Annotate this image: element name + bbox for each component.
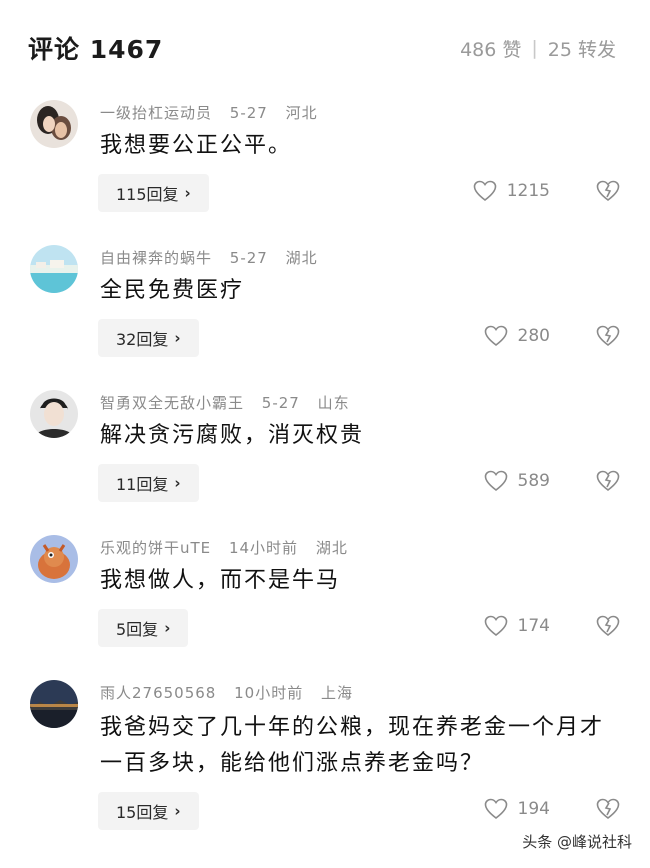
dislike-button[interactable] bbox=[596, 325, 620, 351]
comments-header: 评论 1467 486 赞 | 25 转发 bbox=[28, 30, 616, 66]
avatar[interactable] bbox=[30, 680, 78, 728]
comment-location: 山东 bbox=[317, 394, 350, 412]
comment-location: 湖北 bbox=[315, 539, 348, 557]
like-count: 280 bbox=[517, 326, 550, 346]
username[interactable]: 雨人27650568 bbox=[100, 684, 216, 702]
comment-date: 5-27 bbox=[229, 104, 268, 122]
replies-label: 15回复 bbox=[116, 803, 169, 822]
broken-heart-icon bbox=[596, 615, 620, 637]
chevron-right-icon: › bbox=[174, 474, 181, 492]
comment-location: 河北 bbox=[285, 104, 318, 122]
comment-date: 10小时前 bbox=[234, 684, 304, 702]
replies-label: 5回复 bbox=[116, 620, 159, 639]
comment-date: 5-27 bbox=[229, 249, 268, 267]
comment-text: 全民免费医疗 bbox=[100, 278, 245, 303]
dislike-button[interactable] bbox=[596, 615, 620, 641]
post-stats: 486 赞 | 25 转发 bbox=[460, 35, 616, 62]
comment-date: 14小时前 bbox=[228, 539, 299, 557]
dislike-button[interactable] bbox=[596, 470, 620, 496]
like-count: 589 bbox=[517, 471, 550, 491]
comments-count-title: 评论 1467 bbox=[28, 35, 164, 64]
comment-item: 自由裸奔的蜗牛 5-27 湖北 全民免费医疗 32回复 › 280 bbox=[30, 245, 620, 365]
replies-label: 32回复 bbox=[116, 330, 169, 349]
like-button[interactable]: 1215 bbox=[473, 180, 550, 202]
chevron-right-icon: › bbox=[174, 329, 181, 347]
dislike-button[interactable] bbox=[596, 798, 620, 824]
source-watermark: 头条 @峰说社科 bbox=[522, 831, 632, 852]
comment-item: 乐观的饼干uTE 14小时前 湖北 我想做人，而不是牛马 5回复 › 174 bbox=[30, 535, 620, 655]
view-replies-button[interactable]: 115回复 › bbox=[98, 174, 209, 212]
view-replies-button[interactable]: 15回复 › bbox=[98, 792, 199, 830]
avatar[interactable] bbox=[30, 100, 78, 148]
heart-outline-icon bbox=[473, 180, 497, 202]
chevron-right-icon: › bbox=[164, 619, 171, 637]
heart-outline-icon bbox=[484, 325, 507, 347]
username[interactable]: 自由裸奔的蜗牛 bbox=[100, 249, 212, 267]
view-replies-button[interactable]: 5回复 › bbox=[98, 609, 189, 647]
replies-label: 115回复 bbox=[116, 185, 179, 204]
comment-item: 雨人27650568 10小时前 上海 我爸妈交了几十年的公粮，现在养老金一个月… bbox=[30, 680, 620, 840]
comment-text: 我想要公正公平。 bbox=[100, 133, 293, 158]
watermark-text: 头条 @峰说社科 bbox=[522, 833, 632, 851]
username[interactable]: 智勇双全无敌小霸王 bbox=[100, 394, 244, 412]
comment-meta: 一级抬杠运动员 5-27 河北 bbox=[100, 102, 330, 123]
comment-location: 上海 bbox=[321, 684, 354, 702]
like-count: 174 bbox=[517, 616, 550, 636]
avatar[interactable] bbox=[30, 245, 78, 293]
like-button[interactable]: 280 bbox=[484, 325, 550, 347]
heart-outline-icon bbox=[484, 470, 507, 492]
username[interactable]: 乐观的饼干uTE bbox=[100, 539, 211, 557]
avatar[interactable] bbox=[30, 390, 78, 438]
chevron-right-icon: › bbox=[184, 184, 191, 202]
likes-count[interactable]: 486 赞 bbox=[460, 35, 521, 62]
comment-text: 我想做人，而不是牛马 bbox=[100, 568, 341, 593]
broken-heart-icon bbox=[596, 470, 620, 492]
comment-date: 5-27 bbox=[261, 394, 300, 412]
username[interactable]: 一级抬杠运动员 bbox=[100, 104, 212, 122]
broken-heart-icon bbox=[596, 798, 620, 820]
like-button[interactable]: 589 bbox=[484, 470, 550, 492]
comment-meta: 智勇双全无敌小霸王 5-27 山东 bbox=[100, 392, 362, 413]
dislike-button[interactable] bbox=[596, 180, 620, 206]
broken-heart-icon bbox=[596, 325, 620, 347]
comment-meta: 自由裸奔的蜗牛 5-27 湖北 bbox=[100, 247, 330, 268]
shares-count[interactable]: 25 转发 bbox=[548, 35, 616, 62]
comment-text: 我爸妈交了几十年的公粮，现在养老金一个月才一百多块，能给他们涨点养老金吗？ bbox=[100, 715, 605, 776]
comment-item: 智勇双全无敌小霸王 5-27 山东 解决贪污腐败，消灭权贵 11回复 › 589 bbox=[30, 390, 620, 510]
avatar[interactable] bbox=[30, 535, 78, 583]
like-button[interactable]: 174 bbox=[484, 615, 550, 637]
comment-text: 解决贪污腐败，消灭权贵 bbox=[100, 423, 365, 448]
heart-outline-icon bbox=[484, 615, 507, 637]
chevron-right-icon: › bbox=[174, 802, 181, 820]
heart-outline-icon bbox=[484, 798, 507, 820]
replies-label: 11回复 bbox=[116, 475, 169, 494]
like-count: 1215 bbox=[506, 181, 550, 201]
like-button[interactable]: 194 bbox=[484, 798, 550, 820]
like-count: 194 bbox=[517, 799, 550, 819]
comment-meta: 乐观的饼干uTE 14小时前 湖北 bbox=[100, 537, 360, 558]
comment-item: 一级抬杠运动员 5-27 河北 我想要公正公平。 115回复 › 1215 bbox=[30, 100, 620, 220]
stats-divider: | bbox=[531, 37, 538, 59]
comment-meta: 雨人27650568 10小时前 上海 bbox=[100, 682, 365, 703]
comment-location: 湖北 bbox=[285, 249, 318, 267]
view-replies-button[interactable]: 11回复 › bbox=[98, 464, 199, 502]
view-replies-button[interactable]: 32回复 › bbox=[98, 319, 199, 357]
broken-heart-icon bbox=[596, 180, 620, 202]
